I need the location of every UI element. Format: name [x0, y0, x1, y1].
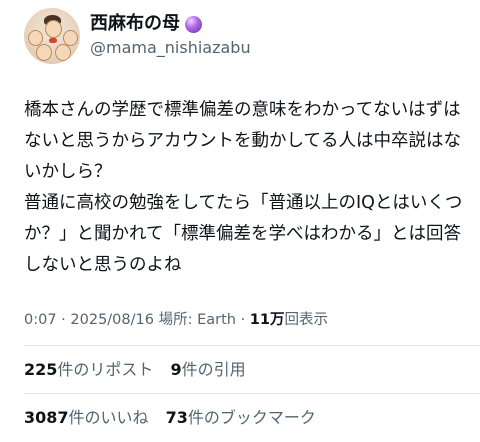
- meta-separator: ·: [61, 312, 66, 328]
- stats-row-reposts: 225件のリポスト 9件の引用: [24, 359, 258, 381]
- tweet-paragraph: 普通に高校の勉強をしてたら「普通以上のIQとはいくつか？」と聞かれて「標準偏差を…: [24, 193, 463, 275]
- views-label: 回表示: [284, 312, 328, 328]
- tweet-location: 場所: Earth: [158, 312, 236, 328]
- bookmarks-label: 件のブックマーク: [187, 408, 316, 427]
- tweet-time[interactable]: 0:07: [24, 312, 57, 328]
- tweet-paragraph: 橋本さんの学歴で標準偏差の意味をわかってないはずはないと思うからアカウントを動か…: [24, 100, 461, 182]
- reposts-label: 件のリポスト: [57, 360, 154, 379]
- avatar-face: [45, 20, 62, 38]
- tweet-text: 橋本さんの学歴で標準偏差の意味をわかってないはずはないと思うからアカウントを動か…: [24, 95, 470, 281]
- reposts-count: 225: [24, 360, 58, 379]
- reposts-stat[interactable]: 225件のリポスト: [24, 360, 153, 379]
- likes-label: 件のいいね: [68, 408, 149, 427]
- divider: [24, 393, 480, 394]
- quotes-count: 9: [170, 360, 182, 379]
- avatar[interactable]: [24, 8, 80, 64]
- bookmarks-count: 73: [165, 408, 188, 427]
- views-count: 11万: [249, 312, 285, 328]
- divider: [24, 345, 480, 346]
- meta-separator: ·: [240, 312, 246, 328]
- tweet-meta: 0:07 · 2025/08/16 場所: Earth · 11万回表示: [24, 310, 328, 330]
- tweet-date[interactable]: 2025/08/16: [70, 312, 154, 328]
- quotes-stat[interactable]: 9件の引用: [171, 360, 246, 379]
- tweet-header: 西麻布の母 @mama_nishiazabu: [24, 8, 251, 64]
- display-name-row: 西麻布の母: [90, 13, 251, 35]
- bookmarks-stat[interactable]: 73件のブックマーク: [166, 408, 316, 427]
- crystal-ball-icon: [185, 15, 202, 33]
- likes-count: 3087: [24, 408, 69, 427]
- user-handle[interactable]: @mama_nishiazabu: [90, 37, 251, 59]
- avatar-face: [55, 44, 71, 61]
- display-name[interactable]: 西麻布の母: [90, 13, 180, 35]
- avatar-face: [36, 44, 52, 61]
- avatar-accent: [49, 38, 57, 43]
- stats-row-likes: 3087件のいいね 73件のブックマーク: [24, 407, 328, 429]
- quotes-label: 件の引用: [181, 360, 246, 379]
- likes-stat[interactable]: 3087件のいいね: [24, 408, 149, 427]
- author-names: 西麻布の母 @mama_nishiazabu: [90, 13, 251, 59]
